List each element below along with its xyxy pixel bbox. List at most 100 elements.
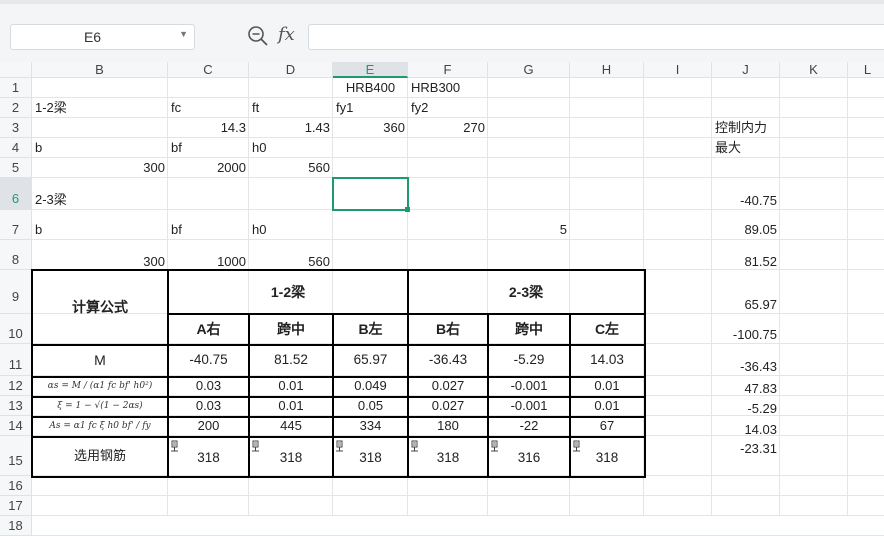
table-cell-m[interactable]: -40.75: [168, 344, 249, 376]
table-cell-rebar[interactable]: 318: [249, 436, 333, 476]
cell-b2[interactable]: 1-2梁: [32, 98, 168, 118]
cell-d8[interactable]: 560: [249, 240, 333, 270]
row-header-15[interactable]: 15: [0, 436, 32, 476]
column-header-e[interactable]: E: [333, 62, 408, 78]
cell-c7[interactable]: bf: [168, 210, 249, 240]
table-cell-rebar[interactable]: 318: [408, 436, 488, 476]
cell-j13[interactable]: -5.29: [712, 396, 780, 416]
column-header-b[interactable]: B: [32, 62, 168, 78]
cell-j8[interactable]: 81.52: [712, 240, 780, 270]
cell-j6[interactable]: -40.75: [712, 178, 780, 210]
table-cell-as[interactable]: 334: [333, 416, 408, 436]
cell-c2[interactable]: fc: [168, 98, 249, 118]
cell-c4[interactable]: bf: [168, 138, 249, 158]
zoom-formula-icon[interactable]: [246, 24, 270, 48]
table-cell-xi[interactable]: -0.001: [488, 396, 570, 416]
cell-c8[interactable]: 1000: [168, 240, 249, 270]
cell-b6[interactable]: 2-3梁: [32, 178, 168, 210]
table-cell-m[interactable]: -5.29: [488, 344, 570, 376]
table-cell-m[interactable]: -36.43: [408, 344, 488, 376]
column-header-j[interactable]: J: [712, 62, 780, 78]
table-cell-alpha[interactable]: 0.03: [168, 376, 249, 396]
row-header-5[interactable]: 5: [0, 158, 32, 178]
fill-handle[interactable]: [405, 207, 410, 212]
formula-input[interactable]: [308, 24, 884, 50]
cell-d5[interactable]: 560: [249, 158, 333, 178]
row-header-12[interactable]: 12: [0, 376, 32, 396]
active-cell-selection[interactable]: [332, 177, 409, 211]
chevron-down-icon[interactable]: ▼: [179, 29, 188, 39]
column-header-h[interactable]: H: [570, 62, 644, 78]
cell-c3[interactable]: 14.3: [168, 118, 249, 138]
cell-j11[interactable]: -36.43: [712, 344, 780, 376]
object-anchor-icon[interactable]: [490, 440, 499, 452]
table-cell-as[interactable]: 67: [570, 416, 644, 436]
column-header-f[interactable]: F: [408, 62, 488, 78]
object-anchor-icon[interactable]: [251, 440, 260, 452]
object-anchor-icon[interactable]: [572, 440, 581, 452]
row-header-7[interactable]: 7: [0, 210, 32, 240]
cell-d3[interactable]: 1.43: [249, 118, 333, 138]
table-cell-m[interactable]: 14.03: [570, 344, 644, 376]
row-header-17[interactable]: 17: [0, 496, 32, 516]
table-cell-alpha[interactable]: 0.027: [408, 376, 488, 396]
row-header-1[interactable]: 1: [0, 78, 32, 98]
cell-j3[interactable]: 控制内力: [712, 118, 780, 138]
cell-c5[interactable]: 2000: [168, 158, 249, 178]
column-header-k[interactable]: K: [780, 62, 848, 78]
object-anchor-icon[interactable]: [170, 440, 179, 452]
row-header-11[interactable]: 11: [0, 344, 32, 376]
select-all-corner[interactable]: [0, 62, 32, 78]
column-header-i[interactable]: I: [644, 62, 712, 78]
table-cell-m[interactable]: 65.97: [333, 344, 408, 376]
cell-e2[interactable]: fy1: [333, 98, 408, 118]
table-cell-as[interactable]: 200: [168, 416, 249, 436]
table-cell-rebar[interactable]: 316: [488, 436, 570, 476]
cell-j9[interactable]: 65.97: [712, 270, 780, 314]
row-header-16[interactable]: 16: [0, 476, 32, 496]
table-cell-alpha[interactable]: 0.01: [249, 376, 333, 396]
fx-icon[interactable]: fx: [278, 24, 295, 45]
cell-j4[interactable]: 最大: [712, 138, 780, 158]
row-header-8[interactable]: 8: [0, 240, 32, 270]
object-anchor-icon[interactable]: [335, 440, 344, 452]
table-cell-as[interactable]: 180: [408, 416, 488, 436]
table-cell-xi[interactable]: 0.03: [168, 396, 249, 416]
cell-d4[interactable]: h0: [249, 138, 333, 158]
column-header-d[interactable]: D: [249, 62, 333, 78]
table-cell-as[interactable]: -22: [488, 416, 570, 436]
cell-f1[interactable]: HRB300: [408, 78, 488, 98]
table-cell-m[interactable]: 81.52: [249, 344, 333, 376]
table-cell-xi[interactable]: 0.01: [249, 396, 333, 416]
row-header-13[interactable]: 13: [0, 396, 32, 416]
row-header-2[interactable]: 2: [0, 98, 32, 118]
column-header-g[interactable]: G: [488, 62, 570, 78]
row-header-10[interactable]: 10: [0, 314, 32, 344]
cell-j14[interactable]: 14.03: [712, 416, 780, 437]
table-cell-alpha[interactable]: 0.049: [333, 376, 408, 396]
cell-e3[interactable]: 360: [333, 118, 408, 138]
object-anchor-icon[interactable]: [410, 440, 419, 452]
column-header-c[interactable]: C: [168, 62, 249, 78]
cell-b7[interactable]: b: [32, 210, 168, 240]
row-header-9[interactable]: 9: [0, 270, 32, 314]
cell-j15[interactable]: -23.31: [712, 436, 780, 456]
cell-b4[interactable]: b: [32, 138, 168, 158]
table-cell-alpha[interactable]: 0.01: [570, 376, 644, 396]
cell-d7[interactable]: h0: [249, 210, 333, 240]
table-cell-xi[interactable]: 0.027: [408, 396, 488, 416]
table-cell-xi[interactable]: 0.05: [333, 396, 408, 416]
cell-b5[interactable]: 300: [32, 158, 168, 178]
row-header-3[interactable]: 3: [0, 118, 32, 138]
table-cell-rebar[interactable]: 318: [570, 436, 644, 476]
row-header-6[interactable]: 6: [0, 178, 32, 210]
cell-e1[interactable]: HRB400: [333, 78, 408, 98]
row-header-4[interactable]: 4: [0, 138, 32, 158]
cell-d2[interactable]: ft: [249, 98, 333, 118]
name-box[interactable]: E6 ▼: [10, 24, 195, 50]
table-cell-alpha[interactable]: -0.001: [488, 376, 570, 396]
table-cell-xi[interactable]: 0.01: [570, 396, 644, 416]
cell-j7[interactable]: 89.05: [712, 210, 780, 240]
table-cell-rebar[interactable]: 318: [333, 436, 408, 476]
row-header-18[interactable]: 18: [0, 516, 32, 536]
